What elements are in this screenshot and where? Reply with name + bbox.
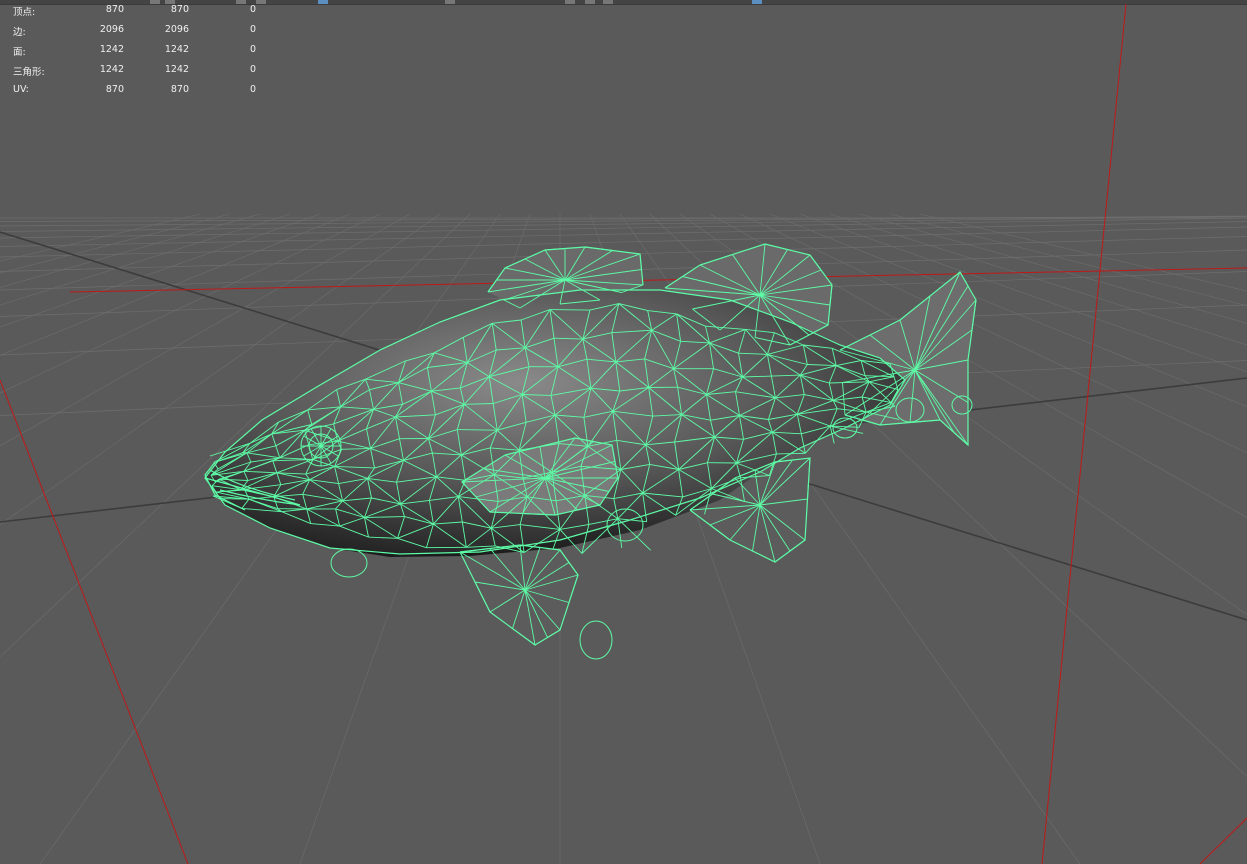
hud-value-object: 1242 xyxy=(99,64,124,75)
hud-value-selected: 2096 xyxy=(164,24,189,35)
hud-value-selected: 1242 xyxy=(164,64,189,75)
grid-line xyxy=(799,213,1247,373)
grid-line xyxy=(0,213,231,274)
grid-line xyxy=(0,213,321,328)
hud-row-vertices: 顶点: 870 870 0 xyxy=(0,4,270,18)
hud-value-selected: 870 xyxy=(170,84,189,95)
hud-value-component: 0 xyxy=(249,64,256,75)
wire-edge xyxy=(457,429,498,431)
hud-label: 面: xyxy=(13,47,26,58)
wire-edge xyxy=(549,309,590,311)
hud-label: UV: xyxy=(13,84,29,95)
hud-label: 边: xyxy=(13,27,26,38)
3d-viewport[interactable]: 顶点: 870 870 0 边: 2096 2096 0 面: 1242 124… xyxy=(0,0,1247,864)
grid-line xyxy=(769,213,1247,407)
hud-row-triangles: 三角形: 1242 1242 0 xyxy=(0,64,270,78)
jaw-joint xyxy=(330,548,368,578)
hud-value-object: 870 xyxy=(105,84,124,95)
hud-value-selected: 870 xyxy=(170,4,189,15)
hud-value-component: 0 xyxy=(249,4,256,15)
hud-row-uvs: UV: 870 870 0 xyxy=(0,84,270,98)
hud-value-selected: 1242 xyxy=(164,44,189,55)
hud-value-object: 2096 xyxy=(99,24,124,35)
hud-value-component: 0 xyxy=(249,24,256,35)
hud-value-object: 1242 xyxy=(99,44,124,55)
hud-value-component: 0 xyxy=(249,84,256,95)
scene-canvas[interactable] xyxy=(0,0,1247,864)
pelvic-joint xyxy=(579,620,613,660)
hud-row-faces: 面: 1242 1242 0 xyxy=(0,44,270,58)
hud-value-object: 870 xyxy=(105,4,124,15)
hud-label: 三角形: xyxy=(13,67,45,78)
hud-label: 顶点: xyxy=(13,7,36,18)
fish-mesh[interactable] xyxy=(204,243,977,660)
grid-line xyxy=(0,213,201,262)
hud-value-component: 0 xyxy=(249,44,256,55)
grid-line xyxy=(829,213,1247,346)
grid-line xyxy=(0,213,351,356)
hud-row-edges: 边: 2096 2096 0 xyxy=(0,24,270,38)
